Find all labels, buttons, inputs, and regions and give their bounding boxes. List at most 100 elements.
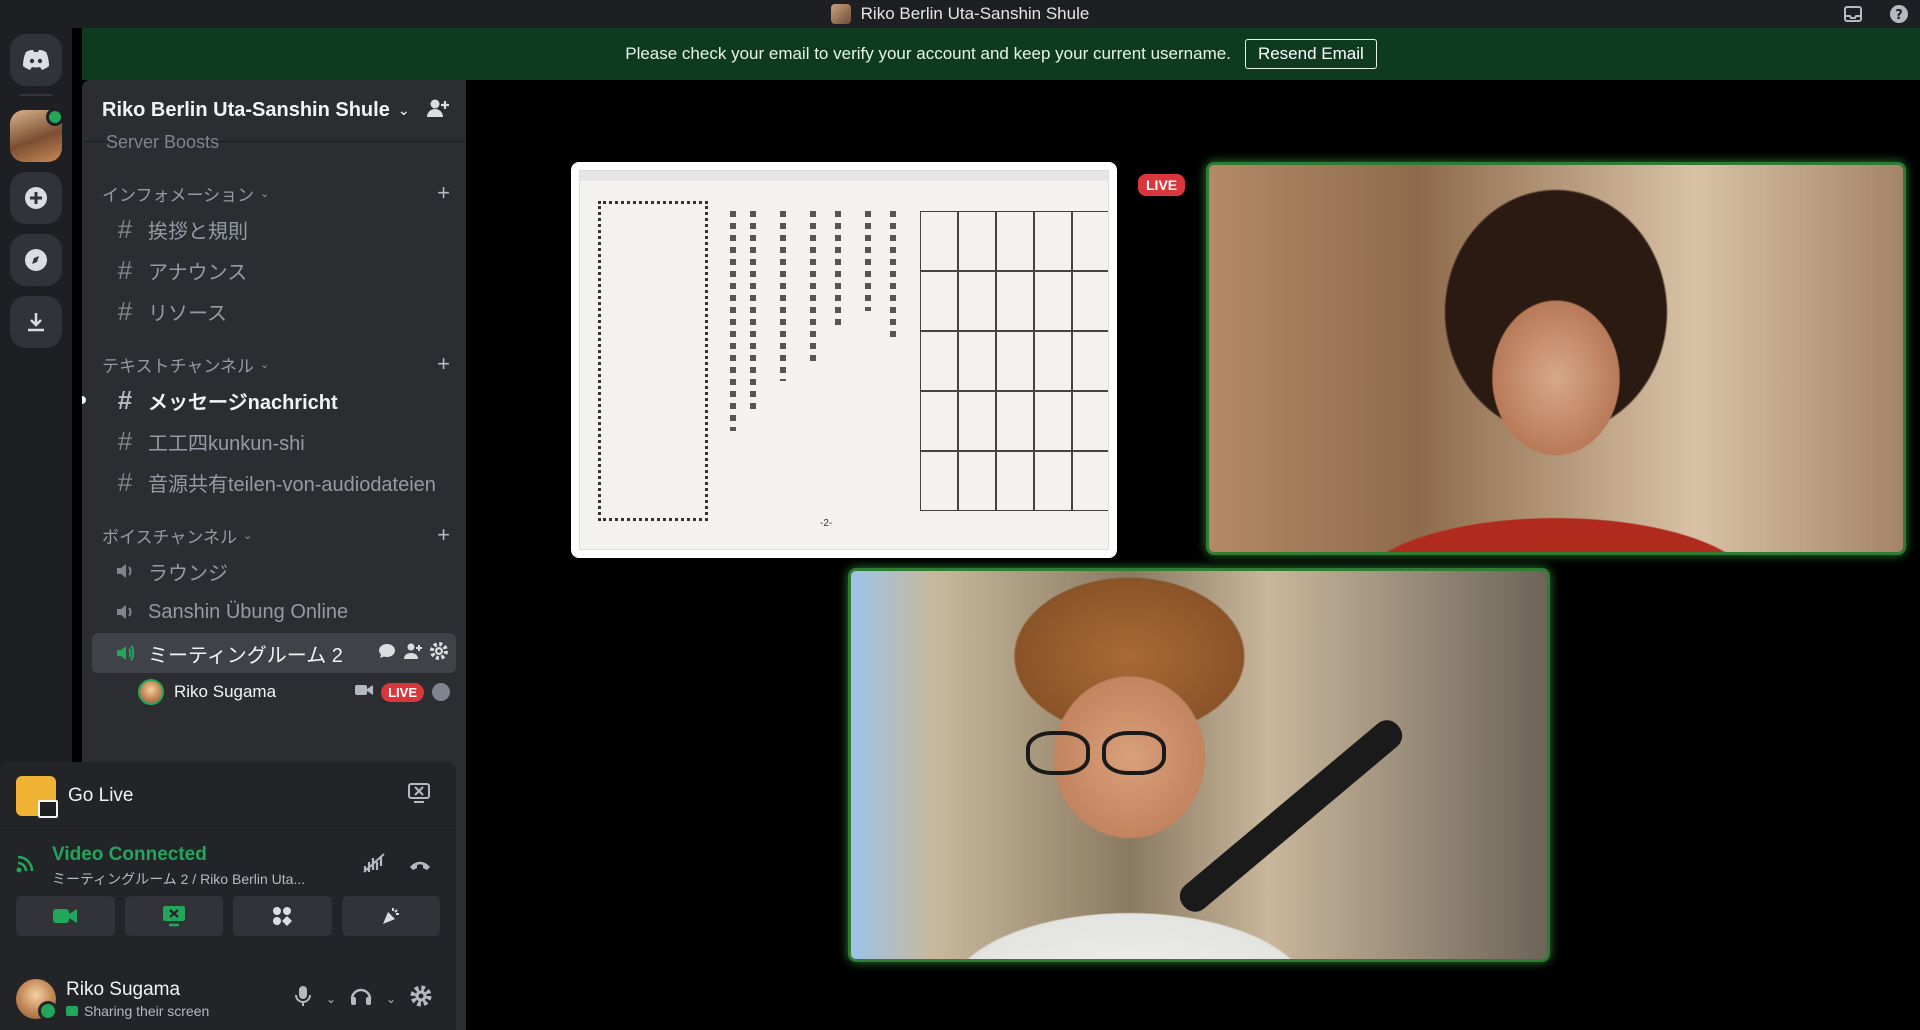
chevron-down-icon: ⌄ (260, 187, 270, 200)
live-badge: LIVE (381, 682, 424, 702)
participant-video-tile[interactable] (1206, 162, 1906, 555)
channel-label: Sanshin Übung Online (148, 600, 349, 623)
add-channel-icon[interactable]: + (437, 351, 450, 377)
channel-audio-sharing[interactable]: # 音源共有teilen-von-audiodateien (92, 462, 456, 502)
headphones-icon[interactable] (350, 986, 372, 1012)
channel-announcements[interactable]: # アナウンス (92, 250, 456, 290)
video-connected-label[interactable]: Video Connected (52, 844, 305, 866)
soundboard-icon (382, 908, 399, 924)
stop-stream-icon[interactable] (408, 782, 430, 809)
hash-icon: # (117, 254, 133, 285)
text-column (865, 211, 871, 311)
page-number: -2- (820, 518, 833, 529)
inbox-icon[interactable] (1842, 3, 1864, 25)
text-column (890, 211, 896, 341)
category-information[interactable]: インフォメーション ⌄ + (82, 178, 466, 208)
channel-messages[interactable]: # メッセージnachricht (82, 380, 456, 420)
hash-icon: # (117, 295, 133, 326)
category-label: ボイスチャンネル (102, 527, 237, 547)
server-icon (830, 4, 851, 24)
title-bar: Riko Berlin Uta-Sanshin Shule ? (0, 0, 1920, 28)
voice-channel-path[interactable]: ミーティングルーム 2 / Riko Berlin Uta... (52, 869, 305, 889)
add-channel-icon[interactable]: + (437, 180, 450, 206)
video-camera-icon (53, 909, 78, 923)
server-boosts-item[interactable]: Server Boosts (82, 132, 466, 156)
category-text-channels[interactable]: テキストチャンネル ⌄ + (82, 349, 466, 379)
window-title: Riko Berlin Uta-Sanshin Shule (860, 4, 1090, 23)
call-controls (0, 892, 456, 936)
resend-email-button[interactable]: Resend Email (1244, 39, 1377, 69)
channel-kunkunshi[interactable]: # 工工四kunkun-shi (92, 421, 456, 461)
speaker-icon (117, 564, 132, 578)
plus-circle-icon (25, 187, 47, 209)
screen-share-status-icon (66, 1006, 78, 1016)
download-apps-button[interactable] (10, 296, 62, 348)
gear-icon[interactable] (430, 641, 448, 665)
unread-indicator (82, 396, 86, 404)
voice-participant[interactable]: Riko Sugama LIVE (138, 674, 466, 710)
user-status: Sharing their screen (84, 1003, 210, 1019)
stream-thumbnail (16, 775, 58, 818)
participant-video-tile[interactable] (848, 568, 1550, 962)
download-icon (28, 313, 44, 332)
screen-share-button[interactable] (124, 896, 223, 936)
chat-bubble-icon[interactable] (378, 642, 396, 665)
live-badge: LIVE (1136, 172, 1188, 198)
go-live-label: Go Live (68, 784, 134, 806)
verify-email-banner: Please check your email to verify your a… (82, 28, 1920, 80)
add-channel-icon[interactable]: + (437, 522, 450, 548)
microphone-icon[interactable] (294, 985, 312, 1013)
activities-button[interactable] (233, 896, 332, 936)
hash-icon: # (117, 384, 133, 415)
invite-to-channel-icon[interactable] (404, 642, 422, 665)
activities-icon (273, 907, 293, 926)
chevron-down-icon: ⌄ (242, 529, 253, 542)
channel-resources[interactable]: # リソース (92, 291, 456, 331)
discover-button[interactable] (10, 234, 62, 286)
emoji-icon (432, 683, 450, 701)
video-stage: -2- LIVE (466, 80, 1920, 1030)
glasses-shape (1026, 731, 1166, 775)
voice-channel-meeting-room-2[interactable]: ミーティングルーム 2 (92, 633, 456, 673)
camera-button[interactable] (16, 896, 115, 936)
go-live-preview[interactable]: Go Live (0, 762, 456, 830)
help-icon[interactable]: ? (1888, 3, 1910, 25)
channel-label: 挨拶と規則 (148, 220, 248, 243)
channel-label: メッセージnachricht (148, 391, 338, 414)
noise-suppression-icon[interactable] (362, 852, 386, 880)
voice-channel-lounge[interactable]: ラウンジ (92, 551, 456, 591)
channel-rules[interactable]: # 挨拶と規則 (92, 209, 456, 249)
lyrics-box (598, 201, 708, 521)
channel-label: リソース (148, 302, 227, 325)
speaker-icon (117, 645, 135, 661)
voice-connection-status: Video Connected ミーティングルーム 2 / Riko Berli… (0, 830, 456, 892)
chevron-down-icon[interactable]: ⌄ (386, 992, 396, 1006)
chevron-down-icon[interactable]: ⌄ (326, 992, 336, 1006)
user-profile[interactable]: Riko Sugama Sharing their screen (16, 979, 210, 1021)
category-voice-channels[interactable]: ボイスチャンネル ⌄ + (82, 520, 466, 550)
bottom-panel: Go Live Video Connected ミーティングルーム 2 / Ri… (0, 762, 456, 1030)
add-server-button[interactable] (10, 172, 62, 224)
disconnect-icon[interactable] (408, 852, 432, 880)
screen-share-tile[interactable]: -2- (571, 162, 1117, 558)
chevron-down-icon: ⌄ (259, 358, 270, 371)
invite-people-icon[interactable] (426, 97, 450, 125)
soundboard-button[interactable] (341, 896, 440, 936)
rail-separator (20, 94, 52, 96)
text-column (730, 211, 736, 431)
hash-icon: # (117, 466, 133, 497)
discord-logo-icon (23, 50, 49, 70)
server-activity-icon (46, 108, 64, 126)
home-button[interactable] (10, 34, 62, 86)
sanshin-shape (1174, 714, 1408, 918)
text-column (780, 211, 786, 381)
server-button[interactable] (10, 108, 64, 162)
screen-share-stop-icon (162, 906, 185, 927)
gear-icon[interactable] (410, 985, 432, 1013)
channel-label: 工工四kunkun-shi (148, 432, 305, 455)
compass-icon (25, 249, 47, 271)
svg-text:?: ? (1895, 8, 1903, 23)
signal-icon[interactable] (14, 851, 38, 881)
chevron-down-icon: ⌄ (397, 102, 410, 118)
voice-channel-sanshin-practice[interactable]: Sanshin Übung Online (92, 592, 456, 632)
